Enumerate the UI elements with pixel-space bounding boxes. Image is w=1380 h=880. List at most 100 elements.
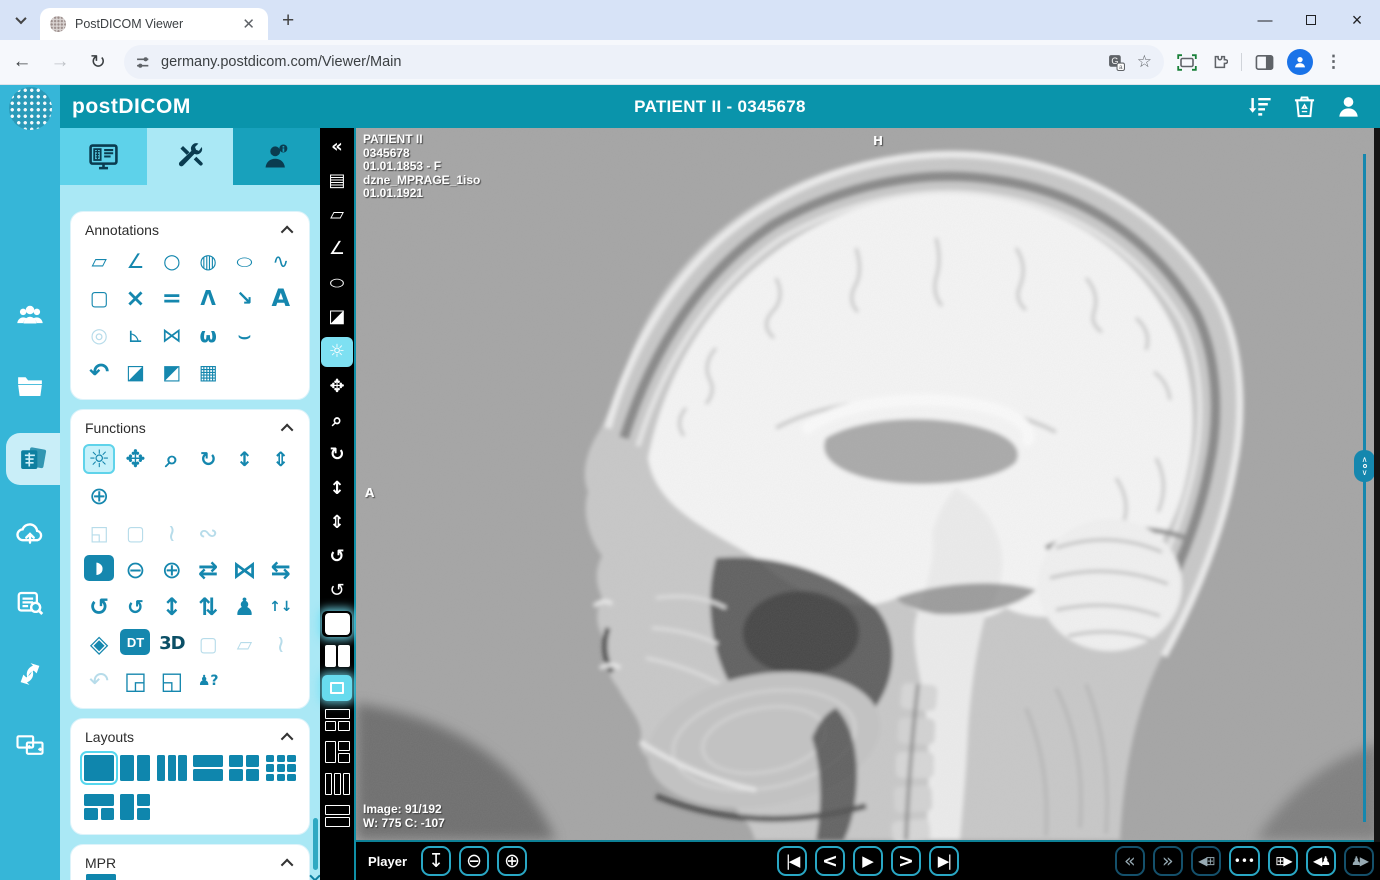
- tag-icon[interactable]: ◈: [83, 629, 115, 659]
- site-settings-icon[interactable]: [136, 55, 151, 70]
- magnify-icon[interactable]: ⌕: [322, 407, 352, 435]
- anonymize-icon[interactable]: ♟?: [192, 666, 224, 696]
- collapse-icon[interactable]: [281, 423, 294, 436]
- text-icon[interactable]: A: [265, 283, 297, 313]
- layout-2row[interactable]: [322, 803, 352, 829]
- curve-icon[interactable]: ⌣: [228, 320, 260, 350]
- reset-window-level-icon[interactable]: ↺: [322, 577, 352, 605]
- reset-window-level-icon[interactable]: ↺: [119, 592, 151, 622]
- layout-2x2[interactable]: [227, 753, 261, 783]
- pan-icon[interactable]: ✥: [322, 373, 352, 401]
- prior-study-button[interactable]: ◀⊞: [1191, 846, 1221, 876]
- parallel-lines-icon[interactable]: =: [156, 283, 188, 313]
- account-icon[interactable]: [1335, 93, 1362, 120]
- layout-2col[interactable]: [118, 753, 152, 783]
- reset-icon[interactable]: ↺: [83, 592, 115, 622]
- angle-between-lines-icon[interactable]: ⋈: [156, 320, 188, 350]
- flip-horizontal-icon[interactable]: ⇄: [192, 555, 224, 585]
- closed-freehand-icon[interactable]: ω: [192, 320, 224, 350]
- panel-scrollbar-thumb[interactable]: [313, 818, 318, 870]
- auto-sort-icon[interactable]: [1247, 93, 1274, 120]
- sidebar-worklist[interactable]: [0, 579, 60, 627]
- collapse-icon[interactable]: [281, 858, 294, 871]
- sidebar-folders[interactable]: [0, 362, 60, 410]
- angle-icon[interactable]: ∠: [322, 235, 352, 263]
- ruler-icon[interactable]: ▱: [322, 201, 352, 229]
- 3d-icon[interactable]: 3D: [156, 629, 188, 659]
- collapse-panel-icon[interactable]: «: [322, 133, 352, 161]
- browser-profile-avatar[interactable]: [1287, 49, 1313, 75]
- reset-icon[interactable]: ↺: [322, 543, 352, 571]
- save-image-icon[interactable]: ◱: [156, 666, 188, 696]
- rotate-icon[interactable]: ↻: [192, 444, 224, 474]
- report-icon[interactable]: ▤: [322, 167, 352, 195]
- image-scroll-track[interactable]: [1363, 154, 1366, 822]
- sidebar-upload[interactable]: [0, 508, 60, 556]
- current-cell-indicator[interactable]: [322, 675, 352, 701]
- collapse-icon[interactable]: [281, 225, 294, 238]
- previous-image-button[interactable]: <: [815, 846, 845, 876]
- layout-2row[interactable]: [191, 753, 225, 783]
- sort-order-icon[interactable]: ↑↓: [265, 592, 297, 622]
- sidebar-patient-list[interactable]: [0, 291, 60, 339]
- url-text[interactable]: germany.postdicom.com/Viewer/Main: [161, 54, 1108, 70]
- pan-icon[interactable]: ✥: [119, 444, 151, 474]
- patient-orientation-icon[interactable]: ♟: [228, 592, 260, 622]
- tab-study-browser[interactable]: [60, 128, 147, 185]
- browser-menu-icon[interactable]: ⋮: [1325, 52, 1342, 72]
- save-annotations-icon[interactable]: ▦: [192, 357, 224, 387]
- sidebar-quick-share[interactable]: [0, 650, 60, 698]
- polyline-icon[interactable]: Λ: [192, 283, 224, 313]
- angle-icon[interactable]: ∠: [119, 246, 151, 276]
- layout-1x1-active[interactable]: [322, 611, 352, 637]
- close-button[interactable]: ×: [1334, 0, 1380, 40]
- layout-1x1[interactable]: [82, 753, 116, 783]
- zoom-out-icon[interactable]: ⊖: [119, 555, 151, 585]
- scroll-icon[interactable]: ↕: [322, 475, 352, 503]
- back-button[interactable]: ←: [6, 46, 38, 78]
- arrow-icon[interactable]: ↘: [228, 283, 260, 313]
- layout-1top-2bottom[interactable]: [322, 707, 352, 733]
- scroll-icon[interactable]: ↕: [228, 444, 260, 474]
- layout-2col[interactable]: [322, 643, 352, 669]
- layout-3x3[interactable]: [264, 753, 298, 783]
- freehand-icon[interactable]: ∿: [265, 246, 297, 276]
- side-panel-icon[interactable]: [1255, 54, 1274, 71]
- magnify-icon[interactable]: ⌕: [156, 444, 188, 474]
- layout-1left-2right[interactable]: [118, 792, 152, 822]
- length-ruler-icon[interactable]: ▱: [83, 246, 115, 276]
- recycle-bin-icon[interactable]: [1291, 93, 1318, 120]
- address-bar[interactable]: germany.postdicom.com/Viewer/Main Ga ☆: [124, 45, 1164, 79]
- rectangle-icon[interactable]: ▢: [83, 283, 115, 313]
- erase-icon[interactable]: ◪: [119, 357, 151, 387]
- extensions-puzzle-icon[interactable]: [1210, 53, 1228, 71]
- image-viewport[interactable]: PATIENT II 0345678 01.01.1853 - F dzne_M…: [356, 128, 1380, 842]
- flip-vertical-icon[interactable]: ⋈: [228, 555, 260, 585]
- cross-ruler-icon[interactable]: ×: [119, 283, 151, 313]
- zoom-in-icon[interactable]: ⊕: [156, 555, 188, 585]
- tab-tools[interactable]: [147, 128, 234, 185]
- first-image-button[interactable]: |◀: [777, 846, 807, 876]
- sidebar-remote-sync[interactable]: [0, 721, 60, 769]
- collapse-icon[interactable]: [281, 732, 294, 745]
- filled-ellipse-icon[interactable]: ◍: [192, 246, 224, 276]
- more-options-button[interactable]: •••: [1229, 846, 1260, 876]
- dicom-tags-icon[interactable]: DT: [120, 629, 150, 655]
- invert-icon[interactable]: ◗: [84, 555, 114, 581]
- tab-patient-info[interactable]: [233, 128, 320, 185]
- last-image-button[interactable]: ▶|: [929, 846, 959, 876]
- browser-tab[interactable]: PostDICOM Viewer ✕: [40, 8, 268, 40]
- localizer-icon[interactable]: ⊕: [83, 481, 115, 511]
- play-button[interactable]: ▶: [853, 846, 883, 876]
- play-direction-button[interactable]: ↧: [421, 846, 451, 876]
- tab-close-icon[interactable]: ✕: [239, 15, 258, 33]
- next-study-button[interactable]: ⊞▶: [1268, 846, 1298, 876]
- ellipse-icon[interactable]: ○: [322, 274, 352, 291]
- previous-patient-button[interactable]: ◀♟: [1306, 846, 1336, 876]
- maximize-button[interactable]: [1288, 0, 1334, 40]
- rotate-icon[interactable]: ↻: [322, 441, 352, 469]
- speed-down-button[interactable]: ⊖: [459, 846, 489, 876]
- undo-annotation-icon[interactable]: ↶: [83, 357, 115, 387]
- image-scroll-thumb[interactable]: ∧∨: [1354, 450, 1375, 482]
- screenshot-tool-icon[interactable]: [1177, 54, 1197, 71]
